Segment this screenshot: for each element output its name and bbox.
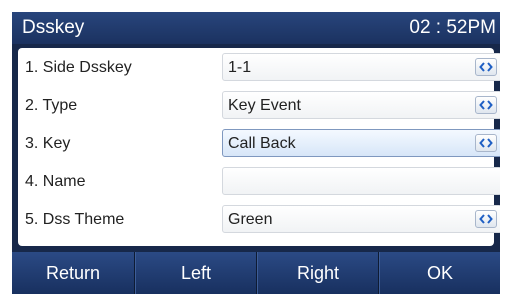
row-name[interactable]: 4. Name (18, 162, 500, 200)
ok-button[interactable]: OK (378, 252, 500, 294)
side-dsskey-select[interactable]: 1-1 (222, 53, 500, 81)
field-value: Call Back (228, 135, 296, 152)
right-button[interactable]: Right (256, 252, 379, 294)
row-dss-theme[interactable]: 5. Dss Theme Green (18, 200, 500, 238)
clock: 02 : 52PM (409, 17, 496, 38)
dss-theme-select[interactable]: Green (222, 205, 500, 233)
row-label: 3. Key (25, 135, 71, 152)
row-key[interactable]: 3. Key Call Back (18, 124, 500, 162)
row-label: 1. Side Dsskey (25, 59, 132, 76)
title-bar: Dsskey 02 : 52PM (12, 12, 500, 44)
settings-panel: 1. Side Dsskey 1-1 2. Type Key Event 3. … (18, 48, 500, 246)
left-right-arrows-icon[interactable] (475, 96, 497, 114)
name-input[interactable] (222, 167, 500, 195)
softkey-bar: Return Left Right OK (12, 252, 500, 294)
return-button[interactable]: Return (12, 252, 134, 294)
field-value: Key Event (228, 97, 301, 114)
phone-screen: Dsskey 02 : 52PM 1. Side Dsskey 1-1 2. T… (12, 12, 500, 294)
field-value: Green (228, 211, 273, 228)
row-type[interactable]: 2. Type Key Event (18, 86, 500, 124)
row-label: 2. Type (25, 97, 78, 114)
left-right-arrows-icon[interactable] (475, 210, 497, 228)
page-title: Dsskey (22, 17, 85, 38)
left-button[interactable]: Left (134, 252, 257, 294)
left-right-arrows-icon[interactable] (475, 134, 497, 152)
type-select[interactable]: Key Event (222, 91, 500, 119)
row-side-dsskey[interactable]: 1. Side Dsskey 1-1 (18, 48, 500, 86)
row-label: 4. Name (25, 173, 86, 190)
row-label: 5. Dss Theme (25, 211, 125, 228)
field-value: 1-1 (228, 59, 252, 76)
key-select[interactable]: Call Back (222, 129, 500, 157)
left-right-arrows-icon[interactable] (475, 58, 497, 76)
